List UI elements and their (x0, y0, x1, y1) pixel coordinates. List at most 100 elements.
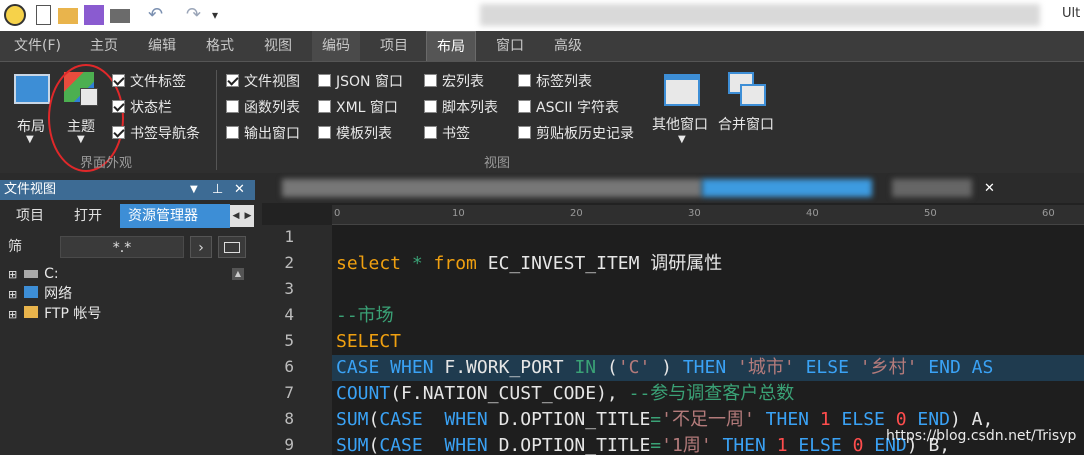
tree-item-network[interactable]: ⊞ 网络 (8, 284, 72, 304)
open-folder-icon[interactable] (58, 8, 78, 24)
network-icon (23, 286, 38, 298)
ruler: 0 10 20 30 40 50 60 (332, 205, 1084, 225)
tab-scroll-right-icon[interactable]: ▶ (242, 205, 254, 227)
tab-scroll-left-icon[interactable]: ◀ (230, 205, 242, 227)
filter-input[interactable]: *.* (60, 236, 184, 258)
new-file-icon[interactable] (36, 5, 51, 25)
xml-window-checkbox[interactable] (318, 100, 331, 113)
menu-view[interactable]: 视图 (254, 31, 302, 61)
tree-item-c[interactable]: ⊞ C: (8, 264, 59, 284)
merge-window-label: 合并窗口 (718, 117, 774, 133)
token: ELSE (830, 409, 896, 430)
token: CASE WHEN (336, 357, 434, 378)
tag-list-checkbox[interactable] (518, 74, 531, 87)
bookmark-nav-checkbox[interactable] (112, 126, 125, 139)
tab-open[interactable]: 打开 (66, 204, 110, 228)
expand-icon[interactable]: ⊞ (8, 308, 17, 321)
tree-label-ftp: FTP 帐号 (44, 306, 102, 322)
close-icon[interactable]: ✕ (234, 180, 245, 200)
menu-home[interactable]: 主页 (80, 31, 128, 61)
pin-icon[interactable]: ⊥ (212, 180, 223, 200)
token: ) A, (949, 409, 994, 430)
token: THEN (754, 409, 820, 430)
code-line-9: SUM(CASE WHEN D.OPTION_TITLE='1周' THEN 1… (336, 433, 950, 455)
line-number: 2 (284, 253, 294, 272)
ruler-mark: 0 (334, 208, 341, 219)
code-line-2: select * from EC_INVEST_ITEM 调研属性 (336, 251, 722, 277)
layout-label: 布局 (17, 119, 45, 135)
filter-label: 筛 (8, 239, 22, 255)
macro-list-checkbox[interactable] (424, 74, 437, 87)
menu-edit[interactable]: 编辑 (138, 31, 186, 61)
menu-encoding[interactable]: 编码 (312, 31, 360, 61)
menu-layout[interactable]: 布局 (426, 31, 476, 61)
watermark: https://blog.csdn.net/Trisyp (886, 428, 1077, 444)
token: END (906, 409, 950, 430)
function-list-checkbox[interactable] (226, 100, 239, 113)
redo-icon[interactable]: ↷ (186, 5, 206, 25)
code-line-5: SELECT (336, 331, 402, 352)
close-tab-icon[interactable]: ✕ (984, 181, 995, 196)
file-tabs-checkbox[interactable] (112, 74, 125, 87)
file-tabs-label: 文件标签 (130, 74, 186, 90)
chevron-down-icon: ▼ (678, 134, 686, 145)
tab-explorer[interactable]: 资源管理器 (120, 204, 230, 228)
tree-item-ftp[interactable]: ⊞ FTP 帐号 (8, 304, 101, 324)
token: D.OPTION_TITLE (487, 435, 651, 455)
token: COUNT (336, 383, 391, 404)
expand-icon[interactable]: ⊞ (8, 268, 17, 281)
line-number: 8 (284, 409, 294, 428)
other-window-label: 其他窗口 (652, 117, 708, 133)
ribbon-layout: 布局 ▼ 主题 ▼ 文件标签 状态栏 书签导航条 界面外观 文件视图 函数列表 … (0, 61, 1084, 173)
panel-header: 文件视图 ▼ ⊥ ✕ (0, 180, 255, 200)
tab-project[interactable]: 项目 (8, 204, 52, 228)
token: * (401, 253, 434, 274)
menu-file[interactable]: 文件(F) (4, 31, 71, 61)
group-separator (216, 70, 217, 170)
undo-icon[interactable]: ↶ (148, 5, 168, 25)
menu-window[interactable]: 窗口 (486, 31, 534, 61)
file-view-checkbox[interactable] (226, 74, 239, 87)
ascii-table-checkbox[interactable] (518, 100, 531, 113)
template-list-checkbox[interactable] (318, 126, 331, 139)
ruler-mark: 60 (1042, 208, 1055, 219)
token: ) (650, 357, 683, 378)
scroll-up-icon[interactable]: ▲ (232, 268, 244, 280)
status-bar-label: 状态栏 (130, 100, 172, 116)
menu-project[interactable]: 项目 (370, 31, 418, 61)
browse-folder-button[interactable] (218, 236, 246, 258)
token: THEN (711, 435, 777, 455)
customize-dropdown-icon[interactable]: ▾ (212, 5, 232, 25)
title-partial: Ult (1062, 6, 1081, 21)
script-list-checkbox[interactable] (424, 100, 437, 113)
expand-icon[interactable]: ⊞ (8, 288, 17, 301)
token: EC_INVEST_ITEM 调研属性 (476, 253, 723, 274)
save-icon[interactable] (84, 5, 104, 25)
chevron-down-icon: ▼ (26, 134, 34, 145)
output-window-checkbox[interactable] (226, 126, 239, 139)
json-window-checkbox[interactable] (318, 74, 331, 87)
line-number: 6 (284, 357, 294, 376)
code-area[interactable]: select * from EC_INVEST_ITEM 调研属性 --市场 S… (332, 225, 1084, 455)
token: '乡村' (848, 357, 929, 378)
filter-go-button[interactable]: › (190, 236, 212, 258)
quick-access-toolbar: ↶ ↷ ▾ Ult (0, 0, 1084, 31)
token: F.WORK_PORT (433, 357, 575, 378)
tree-label-network: 网络 (44, 286, 73, 302)
blurred-tab (282, 179, 702, 197)
clipboard-history-checkbox[interactable] (518, 126, 531, 139)
token: 0 (852, 435, 864, 455)
panel-menu-icon[interactable]: ▼ (190, 180, 198, 200)
other-window-button[interactable]: 其他窗口 ▼ (652, 70, 718, 154)
app-logo-icon[interactable] (4, 4, 26, 26)
code-line-4: --市场 (336, 305, 394, 326)
document-tab-bar: ✕ (262, 175, 1084, 203)
menu-format[interactable]: 格式 (196, 31, 244, 61)
menu-advanced[interactable]: 高级 (544, 31, 592, 61)
status-bar-checkbox[interactable] (112, 100, 125, 113)
merge-window-button[interactable]: 合并窗口 (718, 70, 780, 140)
layout-icon (14, 74, 50, 104)
menu-bar: 文件(F) 主页 编辑 格式 视图 编码 项目 布局 窗口 高级 (0, 31, 1084, 61)
bookmarks-checkbox[interactable] (424, 126, 437, 139)
print-icon[interactable] (110, 9, 130, 23)
